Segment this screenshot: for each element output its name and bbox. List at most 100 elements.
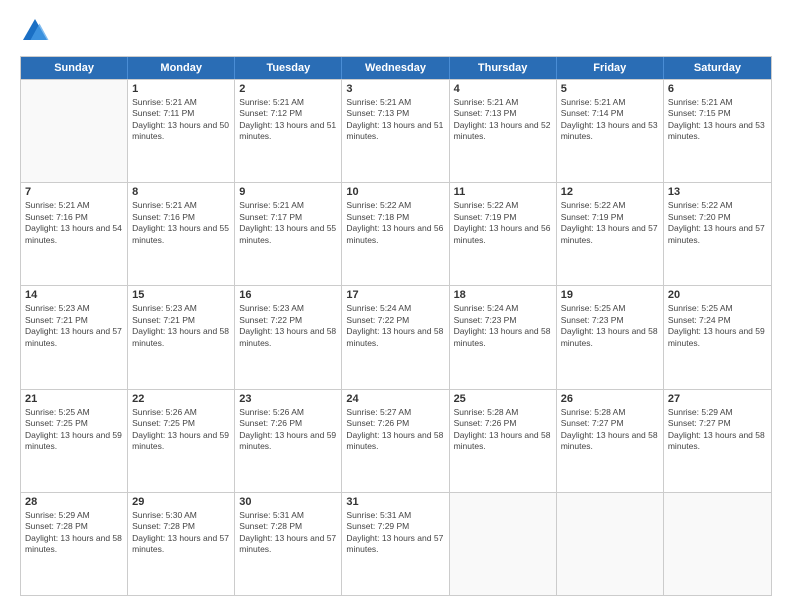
cal-cell: 16Sunrise: 5:23 AMSunset: 7:22 PMDayligh… [235, 286, 342, 388]
cal-cell: 10 Sunrise: 5:22 AMSunset: 7:18 PMDayligh… [342, 183, 449, 285]
cal-cell: 23 Sunrise: 5:26 AMSunset: 7:26 PMDayligh… [235, 390, 342, 492]
calendar: SundayMondayTuesdayWednesdayThursdayFrid… [20, 56, 772, 596]
day-number: 10 [346, 186, 444, 198]
cal-cell: 24 Sunrise: 5:27 AMSunset: 7:26 PMDayligh… [342, 390, 449, 492]
day-info: Sunrise: 5:31 AMSunset: 7:29 PMDaylight:… [346, 510, 444, 556]
cal-row-0: 1 Sunrise: 5:21 AMSunset: 7:11 PMDaylight… [21, 79, 771, 182]
day-info: Sunrise: 5:24 AMSunset: 7:23 PMDaylight:… [454, 303, 552, 349]
day-info: Sunrise: 5:21 AMSunset: 7:12 PMDaylight:… [239, 97, 337, 143]
cal-cell: 21 Sunrise: 5:25 AMSunset: 7:25 PMDayligh… [21, 390, 128, 492]
cal-cell: 8Sunrise: 5:21 AMSunset: 7:16 PMDaylight… [128, 183, 235, 285]
day-number: 19 [561, 289, 659, 301]
cal-cell: 15 Sunrise: 5:23 AMSunset: 7:21 PMDayligh… [128, 286, 235, 388]
cal-cell: 1 Sunrise: 5:21 AMSunset: 7:11 PMDaylight… [128, 80, 235, 182]
day-info: Sunrise: 5:28 AMSunset: 7:26 PMDaylight:… [454, 407, 552, 453]
day-number: 26 [561, 393, 659, 405]
cal-cell: 11Sunrise: 5:22 AMSunset: 7:19 PMDayligh… [450, 183, 557, 285]
cal-cell: 6 Sunrise: 5:21 AMSunset: 7:15 PMDaylight… [664, 80, 771, 182]
cal-cell: 27Sunrise: 5:29 AMSunset: 7:27 PMDayligh… [664, 390, 771, 492]
cal-cell: 30 Sunrise: 5:31 AMSunset: 7:28 PMDayligh… [235, 493, 342, 595]
day-number: 9 [239, 186, 337, 198]
day-info: Sunrise: 5:21 AMSunset: 7:16 PMDaylight:… [25, 200, 123, 246]
cal-cell: 12Sunrise: 5:22 AMSunset: 7:19 PMDayligh… [557, 183, 664, 285]
cal-cell [21, 80, 128, 182]
day-info: Sunrise: 5:25 AMSunset: 7:25 PMDaylight:… [25, 407, 123, 453]
day-number: 20 [668, 289, 767, 301]
day-number: 21 [25, 393, 123, 405]
day-info: Sunrise: 5:23 AMSunset: 7:22 PMDaylight:… [239, 303, 337, 349]
day-number: 29 [132, 496, 230, 508]
day-number: 5 [561, 83, 659, 95]
day-number: 6 [668, 83, 767, 95]
cal-cell: 29 Sunrise: 5:30 AMSunset: 7:28 PMDayligh… [128, 493, 235, 595]
day-number: 24 [346, 393, 444, 405]
cal-cell: 5 Sunrise: 5:21 AMSunset: 7:14 PMDaylight… [557, 80, 664, 182]
day-number: 11 [454, 186, 552, 198]
day-info: Sunrise: 5:30 AMSunset: 7:28 PMDaylight:… [132, 510, 230, 556]
day-info: Sunrise: 5:29 AMSunset: 7:27 PMDaylight:… [668, 407, 767, 453]
cal-cell: 26 Sunrise: 5:28 AMSunset: 7:27 PMDayligh… [557, 390, 664, 492]
cal-cell: 4 Sunrise: 5:21 AMSunset: 7:13 PMDaylight… [450, 80, 557, 182]
day-number: 25 [454, 393, 552, 405]
cal-cell: 22Sunrise: 5:26 AMSunset: 7:25 PMDayligh… [128, 390, 235, 492]
header [20, 16, 772, 46]
day-info: Sunrise: 5:22 AMSunset: 7:18 PMDaylight:… [346, 200, 444, 246]
day-number: 14 [25, 289, 123, 301]
weekday-header-monday: Monday [128, 57, 235, 79]
day-number: 22 [132, 393, 230, 405]
day-number: 4 [454, 83, 552, 95]
cal-row-1: 7 Sunrise: 5:21 AMSunset: 7:16 PMDaylight… [21, 182, 771, 285]
day-number: 18 [454, 289, 552, 301]
calendar-body: 1 Sunrise: 5:21 AMSunset: 7:11 PMDaylight… [21, 79, 771, 595]
day-number: 28 [25, 496, 123, 508]
day-info: Sunrise: 5:23 AMSunset: 7:21 PMDaylight:… [25, 303, 123, 349]
page: SundayMondayTuesdayWednesdayThursdayFrid… [0, 0, 792, 612]
cal-cell: 9 Sunrise: 5:21 AMSunset: 7:17 PMDaylight… [235, 183, 342, 285]
day-number: 31 [346, 496, 444, 508]
day-number: 3 [346, 83, 444, 95]
weekday-header-wednesday: Wednesday [342, 57, 449, 79]
day-number: 7 [25, 186, 123, 198]
cal-row-2: 14 Sunrise: 5:23 AMSunset: 7:21 PMDayligh… [21, 285, 771, 388]
day-info: Sunrise: 5:23 AMSunset: 7:21 PMDaylight:… [132, 303, 230, 349]
day-info: Sunrise: 5:21 AMSunset: 7:15 PMDaylight:… [668, 97, 767, 143]
day-info: Sunrise: 5:22 AMSunset: 7:20 PMDaylight:… [668, 200, 767, 246]
logo-icon [20, 16, 50, 46]
day-info: Sunrise: 5:24 AMSunset: 7:22 PMDaylight:… [346, 303, 444, 349]
day-info: Sunrise: 5:31 AMSunset: 7:28 PMDaylight:… [239, 510, 337, 556]
day-info: Sunrise: 5:21 AMSunset: 7:11 PMDaylight:… [132, 97, 230, 143]
weekday-header-sunday: Sunday [21, 57, 128, 79]
weekday-header-friday: Friday [557, 57, 664, 79]
cal-cell: 18 Sunrise: 5:24 AMSunset: 7:23 PMDayligh… [450, 286, 557, 388]
day-number: 23 [239, 393, 337, 405]
day-info: Sunrise: 5:21 AMSunset: 7:13 PMDaylight:… [346, 97, 444, 143]
cal-cell: 3 Sunrise: 5:21 AMSunset: 7:13 PMDaylight… [342, 80, 449, 182]
day-number: 8 [132, 186, 230, 198]
day-info: Sunrise: 5:21 AMSunset: 7:14 PMDaylight:… [561, 97, 659, 143]
day-info: Sunrise: 5:21 AMSunset: 7:13 PMDaylight:… [454, 97, 552, 143]
day-info: Sunrise: 5:28 AMSunset: 7:27 PMDaylight:… [561, 407, 659, 453]
cal-cell: 20 Sunrise: 5:25 AMSunset: 7:24 PMDayligh… [664, 286, 771, 388]
day-number: 12 [561, 186, 659, 198]
cal-cell: 25 Sunrise: 5:28 AMSunset: 7:26 PMDayligh… [450, 390, 557, 492]
day-number: 13 [668, 186, 767, 198]
cal-cell: 14 Sunrise: 5:23 AMSunset: 7:21 PMDayligh… [21, 286, 128, 388]
day-number: 15 [132, 289, 230, 301]
weekday-header-saturday: Saturday [664, 57, 771, 79]
day-number: 30 [239, 496, 337, 508]
cal-cell: 31 Sunrise: 5:31 AMSunset: 7:29 PMDayligh… [342, 493, 449, 595]
cal-cell: 7 Sunrise: 5:21 AMSunset: 7:16 PMDaylight… [21, 183, 128, 285]
weekday-header-tuesday: Tuesday [235, 57, 342, 79]
logo [20, 16, 54, 46]
cal-cell: 19Sunrise: 5:25 AMSunset: 7:23 PMDayligh… [557, 286, 664, 388]
day-info: Sunrise: 5:26 AMSunset: 7:26 PMDaylight:… [239, 407, 337, 453]
cal-cell [450, 493, 557, 595]
day-number: 1 [132, 83, 230, 95]
day-info: Sunrise: 5:25 AMSunset: 7:24 PMDaylight:… [668, 303, 767, 349]
calendar-header: SundayMondayTuesdayWednesdayThursdayFrid… [21, 57, 771, 79]
day-info: Sunrise: 5:27 AMSunset: 7:26 PMDaylight:… [346, 407, 444, 453]
day-info: Sunrise: 5:21 AMSunset: 7:17 PMDaylight:… [239, 200, 337, 246]
day-number: 2 [239, 83, 337, 95]
weekday-header-thursday: Thursday [450, 57, 557, 79]
cal-cell [557, 493, 664, 595]
